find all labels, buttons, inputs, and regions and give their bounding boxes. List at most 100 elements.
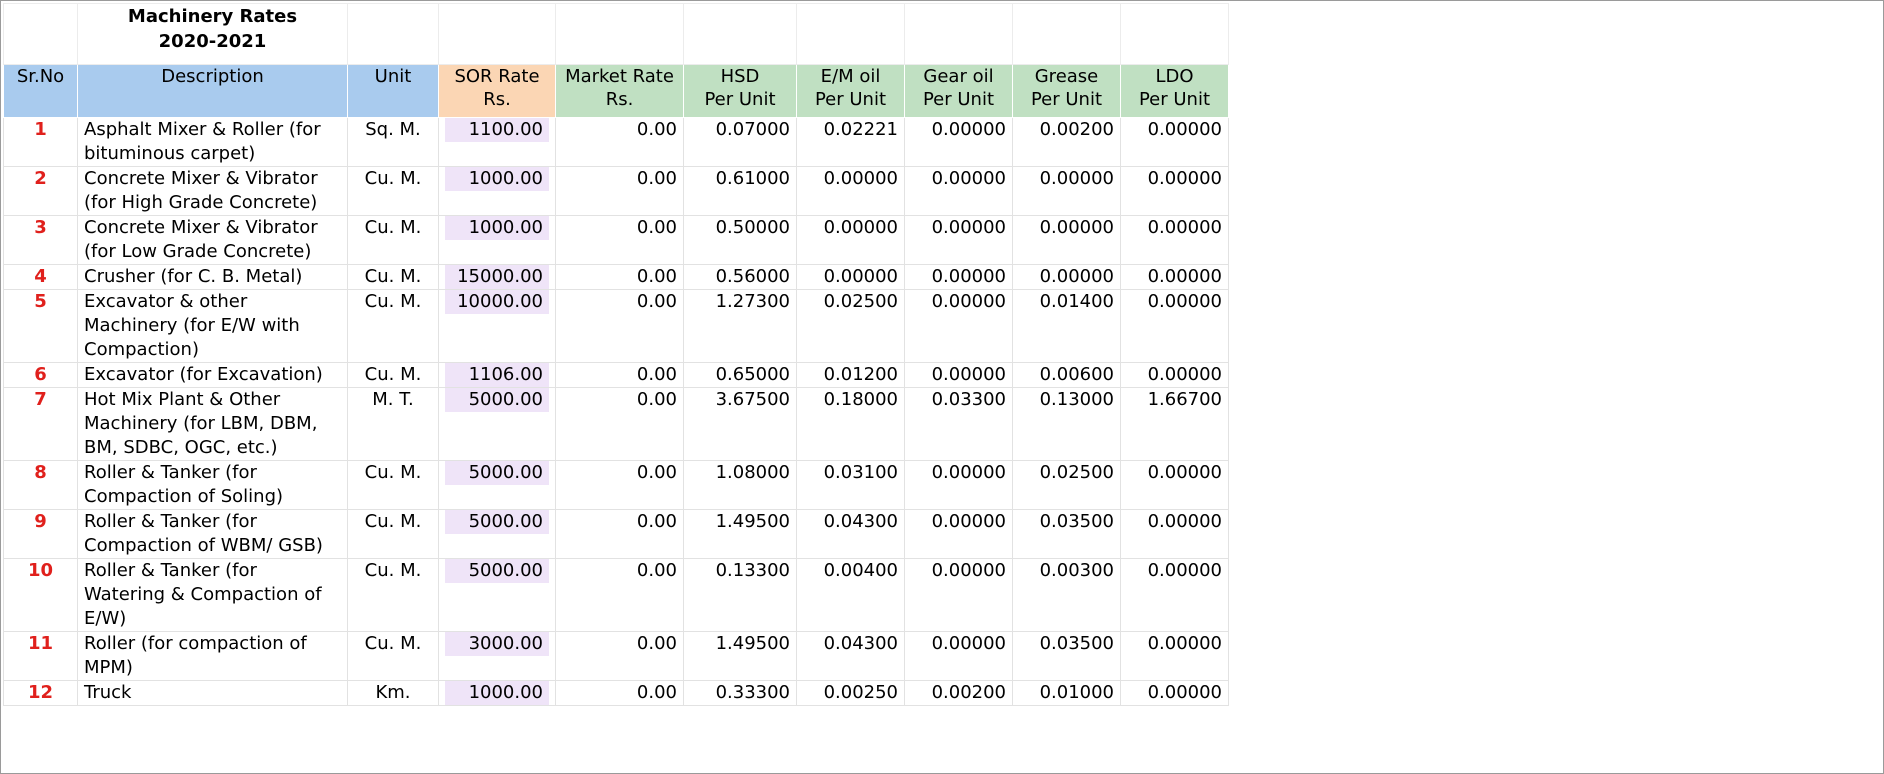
market-rate-cell[interactable]: 0.00: [555, 460, 684, 510]
header-market-rate[interactable]: Market Rate Rs.: [555, 64, 684, 118]
hsd-cell[interactable]: 1.49500: [683, 631, 797, 681]
em-oil-cell[interactable]: 0.03100: [796, 460, 905, 510]
serial-number-cell[interactable]: 3: [3, 215, 78, 265]
title-blank-cell[interactable]: [347, 3, 439, 65]
market-rate-cell[interactable]: 0.00: [555, 264, 684, 290]
ldo-cell[interactable]: 0.00000: [1120, 166, 1229, 216]
title-blank-cell[interactable]: [1012, 3, 1121, 65]
grease-cell[interactable]: 0.00600: [1012, 362, 1121, 388]
serial-number-cell[interactable]: 12: [3, 680, 78, 706]
hsd-cell[interactable]: 0.61000: [683, 166, 797, 216]
ldo-cell[interactable]: 0.00000: [1120, 460, 1229, 510]
gear-oil-cell[interactable]: 0.03300: [904, 387, 1013, 461]
grease-cell[interactable]: 0.13000: [1012, 387, 1121, 461]
sor-rate-cell[interactable]: 10000.00: [438, 289, 556, 363]
grease-cell[interactable]: 0.00300: [1012, 558, 1121, 632]
hsd-cell[interactable]: 0.65000: [683, 362, 797, 388]
grease-cell[interactable]: 0.02500: [1012, 460, 1121, 510]
gear-oil-cell[interactable]: 0.00000: [904, 166, 1013, 216]
serial-number-cell[interactable]: 11: [3, 631, 78, 681]
grease-cell[interactable]: 0.00200: [1012, 117, 1121, 167]
gear-oil-cell[interactable]: 0.00000: [904, 289, 1013, 363]
market-rate-cell[interactable]: 0.00: [555, 680, 684, 706]
description-cell[interactable]: Asphalt Mixer & Roller (for bituminous c…: [77, 117, 348, 167]
market-rate-cell[interactable]: 0.00: [555, 215, 684, 265]
ldo-cell[interactable]: 1.66700: [1120, 387, 1229, 461]
sor-rate-cell[interactable]: 5000.00: [438, 387, 556, 461]
market-rate-cell[interactable]: 0.00: [555, 117, 684, 167]
grease-cell[interactable]: 0.00000: [1012, 264, 1121, 290]
header-srno[interactable]: Sr.No: [3, 64, 78, 118]
hsd-cell[interactable]: 0.13300: [683, 558, 797, 632]
gear-oil-cell[interactable]: 0.00000: [904, 558, 1013, 632]
gear-oil-cell[interactable]: 0.00000: [904, 460, 1013, 510]
hsd-cell[interactable]: 1.49500: [683, 509, 797, 559]
header-em-oil[interactable]: E/M oil Per Unit: [796, 64, 905, 118]
serial-number-cell[interactable]: 2: [3, 166, 78, 216]
hsd-cell[interactable]: 1.08000: [683, 460, 797, 510]
hsd-cell[interactable]: 0.56000: [683, 264, 797, 290]
em-oil-cell[interactable]: 0.00000: [796, 264, 905, 290]
em-oil-cell[interactable]: 0.04300: [796, 509, 905, 559]
serial-number-cell[interactable]: 7: [3, 387, 78, 461]
unit-cell[interactable]: Cu. M.: [347, 215, 439, 265]
description-cell[interactable]: Concrete Mixer & Vibrator (for High Grad…: [77, 166, 348, 216]
grease-cell[interactable]: 0.00000: [1012, 166, 1121, 216]
title-blank-cell[interactable]: [438, 3, 556, 65]
em-oil-cell[interactable]: 0.00000: [796, 166, 905, 216]
sor-rate-cell[interactable]: 1100.00: [438, 117, 556, 167]
hsd-cell[interactable]: 1.27300: [683, 289, 797, 363]
description-cell[interactable]: Roller (for compaction of MPM): [77, 631, 348, 681]
sheet-title[interactable]: Machinery Rates 2020-2021: [77, 3, 348, 65]
sor-rate-cell[interactable]: 1000.00: [438, 680, 556, 706]
em-oil-cell[interactable]: 0.18000: [796, 387, 905, 461]
hsd-cell[interactable]: 3.67500: [683, 387, 797, 461]
description-cell[interactable]: Roller & Tanker (for Watering & Compacti…: [77, 558, 348, 632]
unit-cell[interactable]: Cu. M.: [347, 509, 439, 559]
serial-number-cell[interactable]: 8: [3, 460, 78, 510]
description-cell[interactable]: Concrete Mixer & Vibrator (for Low Grade…: [77, 215, 348, 265]
em-oil-cell[interactable]: 0.00000: [796, 215, 905, 265]
title-blank-cell[interactable]: [796, 3, 905, 65]
description-cell[interactable]: Excavator (for Excavation): [77, 362, 348, 388]
market-rate-cell[interactable]: 0.00: [555, 166, 684, 216]
em-oil-cell[interactable]: 0.00250: [796, 680, 905, 706]
sor-rate-cell[interactable]: 1000.00: [438, 215, 556, 265]
unit-cell[interactable]: Cu. M.: [347, 362, 439, 388]
header-sor-rate[interactable]: SOR Rate Rs.: [438, 64, 556, 118]
title-blank-cell[interactable]: [1120, 3, 1229, 65]
header-unit[interactable]: Unit: [347, 64, 439, 118]
unit-cell[interactable]: Km.: [347, 680, 439, 706]
serial-number-cell[interactable]: 6: [3, 362, 78, 388]
gear-oil-cell[interactable]: 0.00000: [904, 631, 1013, 681]
hsd-cell[interactable]: 0.07000: [683, 117, 797, 167]
title-blank-cell[interactable]: [904, 3, 1013, 65]
unit-cell[interactable]: Cu. M.: [347, 460, 439, 510]
header-description[interactable]: Description: [77, 64, 348, 118]
serial-number-cell[interactable]: 5: [3, 289, 78, 363]
description-cell[interactable]: Hot Mix Plant & Other Machinery (for LBM…: [77, 387, 348, 461]
market-rate-cell[interactable]: 0.00: [555, 387, 684, 461]
description-cell[interactable]: Roller & Tanker (for Compaction of WBM/ …: [77, 509, 348, 559]
grease-cell[interactable]: 0.03500: [1012, 509, 1121, 559]
ldo-cell[interactable]: 0.00000: [1120, 289, 1229, 363]
sor-rate-cell[interactable]: 5000.00: [438, 460, 556, 510]
sor-rate-cell[interactable]: 1106.00: [438, 362, 556, 388]
gear-oil-cell[interactable]: 0.00000: [904, 509, 1013, 559]
em-oil-cell[interactable]: 0.02221: [796, 117, 905, 167]
gear-oil-cell[interactable]: 0.00200: [904, 680, 1013, 706]
hsd-cell[interactable]: 0.50000: [683, 215, 797, 265]
hsd-cell[interactable]: 0.33300: [683, 680, 797, 706]
unit-cell[interactable]: Cu. M.: [347, 631, 439, 681]
gear-oil-cell[interactable]: 0.00000: [904, 215, 1013, 265]
grease-cell[interactable]: 0.01000: [1012, 680, 1121, 706]
ldo-cell[interactable]: 0.00000: [1120, 117, 1229, 167]
market-rate-cell[interactable]: 0.00: [555, 558, 684, 632]
em-oil-cell[interactable]: 0.01200: [796, 362, 905, 388]
header-ldo[interactable]: LDO Per Unit: [1120, 64, 1229, 118]
gear-oil-cell[interactable]: 0.00000: [904, 117, 1013, 167]
serial-number-cell[interactable]: 9: [3, 509, 78, 559]
sor-rate-cell[interactable]: 1000.00: [438, 166, 556, 216]
unit-cell[interactable]: Cu. M.: [347, 166, 439, 216]
ldo-cell[interactable]: 0.00000: [1120, 558, 1229, 632]
